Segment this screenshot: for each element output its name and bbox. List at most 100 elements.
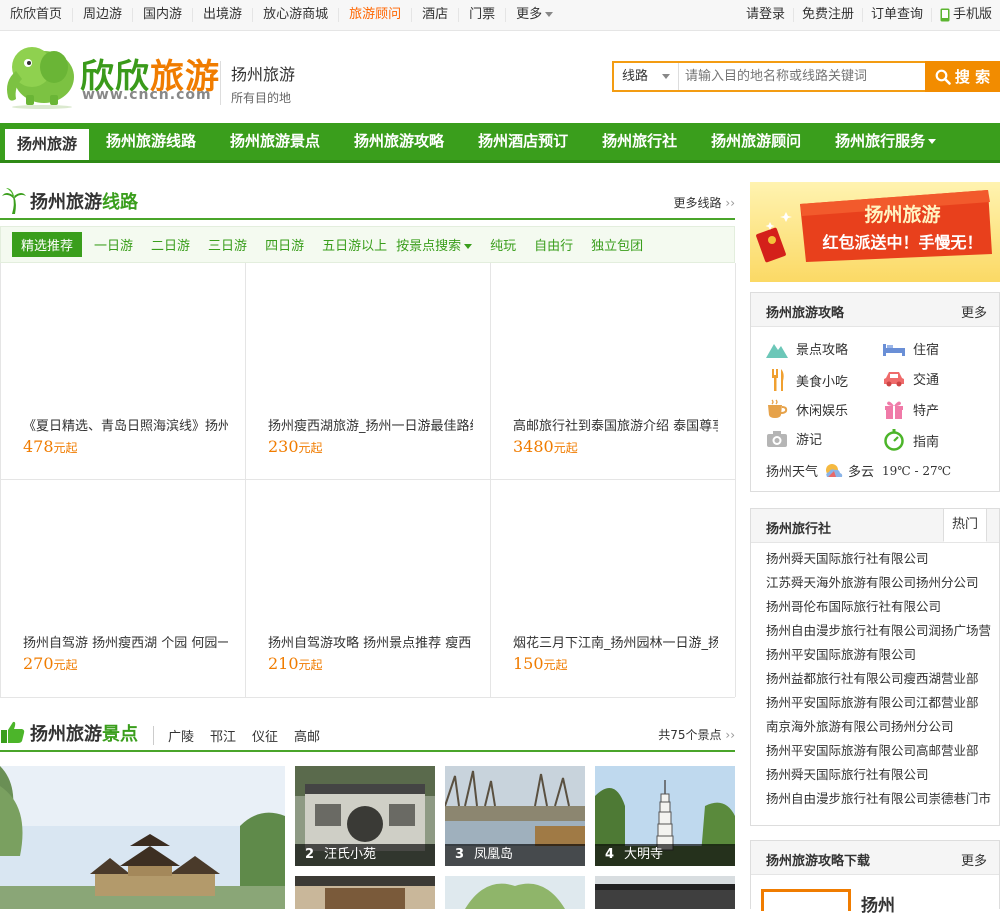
scenery-photo[interactable]: 3 凤凰岛 [445, 766, 585, 866]
nav-tab-guides[interactable]: 扬州旅游攻略 [337, 123, 461, 160]
agency-item[interactable]: 扬州平安国际旅游有限公司江都营业部 [751, 691, 999, 715]
agency-item[interactable]: 扬州益都旅行社有限公司瘦西湖营业部 [751, 667, 999, 691]
city-all-destinations[interactable]: 所有目的地 [231, 89, 295, 106]
route-name[interactable]: 扬州自驾游攻略 扬州景点推荐 瘦西 [268, 632, 473, 651]
guide-item-travelogue[interactable]: 游记 [766, 429, 822, 448]
tab-five-plus-day[interactable]: 五日游以上 [313, 235, 396, 254]
district-tag[interactable]: 广陵 [160, 726, 202, 745]
route-price: 3480元起 [513, 437, 578, 456]
top-link-nearby[interactable]: 周边游 [73, 8, 134, 22]
all-scenery-link[interactable]: 共75个景点 ›› [658, 726, 735, 743]
top-link-mall[interactable]: 放心游商城 [253, 8, 340, 22]
top-bar: 欣欣首页 周边游 国内游 出境游 放心游商城 旅游顾问 酒店 门票 更多 请登录… [0, 0, 1000, 31]
nav-tab-scenery[interactable]: 扬州旅游景点 [213, 123, 337, 160]
agency-item[interactable]: 扬州平安国际旅游有限公司高邮营业部 [751, 739, 999, 763]
tab-by-scenic-spot[interactable]: 按景点搜索 [396, 235, 481, 254]
agency-item[interactable]: 扬州平安国际旅游有限公司 [751, 643, 999, 667]
agency-item[interactable]: 扬州舜天国际旅行社有限公司 [751, 763, 999, 787]
guide-item-lodging[interactable]: 住宿 [883, 339, 939, 358]
scenery-photo[interactable] [445, 876, 585, 909]
top-link-more[interactable]: 更多 [506, 8, 563, 22]
scenery-photo[interactable]: 4 大明寺 [595, 766, 735, 866]
mobile-link[interactable]: 手机版 [930, 8, 1000, 22]
route-card[interactable]: 烟花三月下江南_扬州园林一日游_扬 150元起 [491, 480, 736, 697]
price-value: 230 [268, 437, 299, 456]
guide-panel: 扬州旅游攻略 更多 景点攻略 住宿 美食小吃 交通 休闲娱乐 特产 游记 指南 … [750, 292, 1000, 492]
guide-panel-title: 扬州旅游攻略 [766, 306, 845, 321]
more-routes-link[interactable]: 更多线路 ›› [674, 194, 735, 211]
routes-title-b: 线路 [102, 192, 138, 213]
route-card[interactable]: 高邮旅行社到泰国旅游介绍 泰国尊享 3480元起 [491, 263, 736, 480]
scenery-photo[interactable] [295, 876, 435, 909]
login-link[interactable]: 请登录 [738, 8, 793, 22]
nav-tab-routes[interactable]: 扬州旅游线路 [89, 123, 213, 160]
route-card[interactable]: 扬州自驾游攻略 扬州景点推荐 瘦西 210元起 [246, 480, 491, 697]
order-query-link[interactable]: 订单查询 [861, 8, 931, 22]
tab-one-day[interactable]: 一日游 [85, 235, 142, 254]
agency-item[interactable]: 南京海外旅游有限公司扬州分公司 [751, 715, 999, 739]
red-packet-banner[interactable]: 扬州旅游 红包派送中！手慢无！ [750, 182, 1000, 282]
agency-item[interactable]: 扬州自由漫步旅行社有限公司崇德巷门市 [751, 787, 999, 811]
tab-three-day[interactable]: 三日游 [199, 235, 256, 254]
scenery-photo[interactable] [595, 876, 735, 909]
top-link-ticket[interactable]: 门票 [459, 8, 507, 22]
tab-private-group[interactable]: 独立包团 [582, 235, 652, 254]
route-name[interactable]: 扬州自驾游 扬州瘦西湖 个园 何园一 [23, 632, 228, 651]
route-name[interactable]: 烟花三月下江南_扬州园林一日游_扬 [513, 632, 718, 651]
route-card[interactable]: 扬州自驾游 扬州瘦西湖 个园 何园一 270元起 [1, 480, 246, 697]
photo-name: 凤凰岛 [474, 847, 514, 862]
tab-two-day[interactable]: 二日游 [142, 235, 199, 254]
nav-tab-services[interactable]: 扬州旅行服务 [818, 123, 953, 160]
city-switcher[interactable]: 扬州旅游 所有目的地 [220, 61, 295, 105]
download-more-link[interactable]: 更多 [961, 850, 987, 869]
agency-item[interactable]: 扬州哥伦布国际旅行社有限公司 [751, 595, 999, 619]
top-link-hotel[interactable]: 酒店 [412, 8, 460, 22]
agency-item[interactable]: 江苏舜天海外旅游有限公司扬州分公司 [751, 571, 999, 595]
route-card[interactable]: 扬州瘦西湖旅游_扬州一日游最佳路线 230元起 [246, 263, 491, 480]
featured-scenery-photo[interactable] [0, 766, 285, 909]
tab-independent[interactable]: 自由行 [525, 235, 582, 254]
nav-tab-hotels[interactable]: 扬州酒店预订 [461, 123, 585, 160]
register-link[interactable]: 免费注册 [792, 8, 862, 22]
nav-tab-agencies[interactable]: 扬州旅行社 [585, 123, 694, 160]
price-unit: 元起 [298, 658, 323, 672]
search-type-value: 线路 [622, 69, 649, 84]
fork-knife-icon [772, 369, 784, 391]
top-link-outbound[interactable]: 出境游 [193, 8, 254, 22]
guide-book-title[interactable]: 扬州 [861, 891, 895, 916]
top-link-domestic[interactable]: 国内游 [133, 8, 194, 22]
search-input[interactable] [679, 63, 925, 90]
elephant-logo-icon[interactable] [2, 37, 80, 109]
search-box: 线路 搜 索 [612, 61, 1000, 92]
route-filter-tabs: 精选推荐 一日游 二日游 三日游 四日游 五日游以上 按景点搜索 纯玩 自由行 … [0, 226, 735, 263]
tab-hot[interactable]: 热门 [943, 508, 987, 542]
route-card[interactable]: 《夏日精选、青岛日照海滨线》扬州 478元起 [1, 263, 246, 480]
guide-book-cover[interactable] [761, 889, 851, 911]
agency-item[interactable]: 扬州自由漫步旅行社有限公司润扬广场营 [751, 619, 999, 643]
guide-item-food[interactable]: 美食小吃 [766, 369, 848, 391]
guide-item-transport[interactable]: 交通 [883, 369, 939, 388]
top-link-advisor[interactable]: 旅游顾问 [339, 8, 413, 22]
scenery-photo[interactable]: 2 汪氏小苑 [295, 766, 435, 866]
district-tag[interactable]: 仪征 [244, 726, 286, 745]
top-link-home[interactable]: 欣欣首页 [0, 8, 74, 22]
route-name[interactable]: 扬州瘦西湖旅游_扬州一日游最佳路线 [268, 415, 473, 434]
coffee-cup-icon [768, 399, 788, 418]
nav-tab-yangzhou[interactable]: 扬州旅游 [5, 129, 90, 160]
tab-four-day[interactable]: 四日游 [256, 235, 313, 254]
search-type-select[interactable]: 线路 [614, 63, 679, 90]
district-tag[interactable]: 邗江 [202, 726, 244, 745]
guide-item-leisure[interactable]: 休闲娱乐 [766, 399, 848, 419]
guide-item-specialty[interactable]: 特产 [883, 399, 939, 419]
tab-featured[interactable]: 精选推荐 [12, 232, 83, 257]
route-name[interactable]: 《夏日精选、青岛日照海滨线》扬州 [23, 415, 228, 434]
nav-tab-advisors[interactable]: 扬州旅游顾问 [694, 123, 818, 160]
route-name[interactable]: 高邮旅行社到泰国旅游介绍 泰国尊享 [513, 415, 718, 434]
district-tag[interactable]: 高邮 [286, 726, 328, 745]
guide-more-link[interactable]: 更多 [961, 302, 987, 321]
agency-item[interactable]: 扬州舜天国际旅行社有限公司 [751, 547, 999, 571]
guide-item-scenic[interactable]: 景点攻略 [766, 339, 848, 358]
search-button[interactable]: 搜 索 [925, 61, 1000, 92]
tab-pure-play[interactable]: 纯玩 [481, 235, 525, 254]
guide-item-manual[interactable]: 指南 [883, 429, 939, 451]
